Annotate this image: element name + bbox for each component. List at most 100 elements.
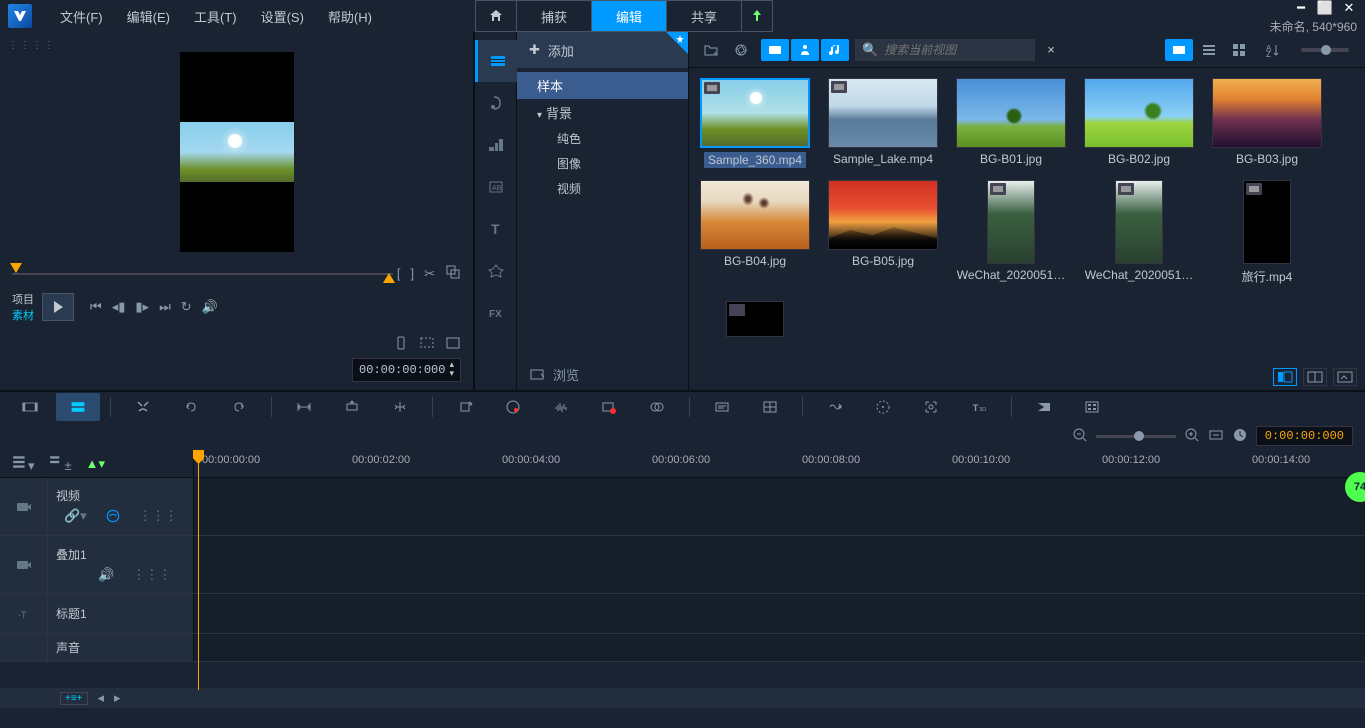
library-thumbnail[interactable] xyxy=(726,301,784,337)
library-item[interactable]: BG-B03.jpg xyxy=(1211,78,1323,168)
sort-icon[interactable]: AZ xyxy=(1259,39,1287,61)
tree-image[interactable]: 图像 xyxy=(517,151,688,176)
library-thumbnail[interactable] xyxy=(1084,78,1194,148)
overlay-icon[interactable] xyxy=(635,393,679,421)
step-back-icon[interactable]: ◂▮ xyxy=(112,299,126,315)
library-thumbnail[interactable] xyxy=(1115,180,1163,264)
filter-image-icon[interactable] xyxy=(791,39,819,61)
zoom-slider[interactable] xyxy=(1096,435,1176,438)
color-icon[interactable] xyxy=(491,393,535,421)
menu-help[interactable]: 帮助(H) xyxy=(316,1,384,32)
clear-search-icon[interactable]: × xyxy=(1047,42,1055,57)
library-thumbnail[interactable] xyxy=(828,180,938,250)
timecode-stepper-icon[interactable]: ▴▾ xyxy=(449,361,454,379)
panel-layout-2-icon[interactable] xyxy=(1303,368,1327,386)
project-mode-label[interactable]: 项目 xyxy=(12,291,34,307)
view-thumb-icon[interactable] xyxy=(1165,39,1193,61)
rotate-icon[interactable] xyxy=(443,393,487,421)
redo-icon[interactable] xyxy=(217,393,261,421)
chapter-icon[interactable] xyxy=(1022,393,1066,421)
motion-icon[interactable] xyxy=(813,393,857,421)
library-item[interactable] xyxy=(699,297,811,337)
clock-icon[interactable] xyxy=(1232,427,1248,446)
lib-graphic-icon[interactable] xyxy=(475,250,517,292)
mark-out-icon[interactable] xyxy=(383,273,395,283)
aperture-icon[interactable] xyxy=(727,39,755,61)
browse-button[interactable]: 浏览 xyxy=(517,358,591,390)
tab-home[interactable] xyxy=(475,0,516,32)
go-start-icon[interactable]: ⏮ xyxy=(90,299,102,315)
track-video-content[interactable] xyxy=(194,478,1365,535)
library-thumbnail[interactable] xyxy=(1243,180,1291,264)
library-item[interactable]: BG-B04.jpg xyxy=(699,180,811,285)
go-end-icon[interactable]: ⏭ xyxy=(159,299,171,315)
stabilize-icon[interactable] xyxy=(909,393,953,421)
device-icon[interactable] xyxy=(393,335,409,354)
track-video-icon[interactable] xyxy=(0,478,48,535)
library-search[interactable]: 🔍 × xyxy=(855,39,1035,61)
add-track-button[interactable]: +≡+ xyxy=(60,692,88,705)
filter-audio-icon[interactable] xyxy=(821,39,849,61)
library-thumbnail[interactable] xyxy=(700,180,810,250)
play-button[interactable] xyxy=(42,293,74,321)
insert-icon[interactable] xyxy=(330,393,374,421)
track-add-icon[interactable]: ± xyxy=(49,454,72,473)
timeline-timecode[interactable]: 0:00:00:000 xyxy=(1256,426,1353,446)
grid-snap-icon[interactable]: ⋮⋮⋮ xyxy=(132,567,171,583)
scroll-right-icon[interactable]: ▸ xyxy=(114,690,121,706)
storyboard-view-icon[interactable] xyxy=(8,393,52,421)
expand-icon[interactable] xyxy=(419,335,435,354)
zoom-out-icon[interactable] xyxy=(1072,427,1088,446)
lib-transition-icon[interactable] xyxy=(475,124,517,166)
lib-title-icon[interactable]: AB xyxy=(475,166,517,208)
library-thumbnail[interactable] xyxy=(828,78,938,148)
undo-icon[interactable] xyxy=(169,393,213,421)
copy-icon[interactable] xyxy=(445,264,461,283)
mute-icon[interactable]: 🔊 xyxy=(98,567,114,583)
preview-scrubber[interactable] xyxy=(12,267,393,281)
track-collapse-icon[interactable]: ▲▾ xyxy=(86,456,105,472)
library-thumbnail[interactable] xyxy=(1212,78,1322,148)
tree-video[interactable]: 视频 xyxy=(517,176,688,201)
library-item[interactable]: Sample_360.mp4 xyxy=(699,78,811,168)
library-item[interactable]: 旅行.mp4 xyxy=(1211,180,1323,285)
library-item[interactable]: BG-B02.jpg xyxy=(1083,78,1195,168)
lib-media-icon[interactable] xyxy=(475,40,517,82)
bracket-out-icon[interactable]: ] xyxy=(410,266,414,281)
preview-viewport[interactable] xyxy=(180,52,294,252)
fit-width-icon[interactable] xyxy=(282,393,326,421)
lib-fx-icon[interactable]: FX xyxy=(475,292,517,334)
library-item[interactable]: WeChat_2020051… xyxy=(955,180,1067,285)
zoom-in-icon[interactable] xyxy=(1184,427,1200,446)
audio-edit-icon[interactable] xyxy=(539,393,583,421)
tree-background[interactable]: 背景 xyxy=(517,99,688,126)
thumb-size-slider[interactable] xyxy=(1301,48,1349,52)
scroll-left-icon[interactable]: ◂ xyxy=(98,690,105,706)
volume-icon[interactable]: 🔊 xyxy=(202,299,218,315)
track-title-content[interactable] xyxy=(194,594,1365,633)
3d-title-icon[interactable]: T3D xyxy=(957,393,1001,421)
library-add-button[interactable]: ✚ 添加 xyxy=(517,32,688,68)
ripple-icon[interactable] xyxy=(105,508,121,527)
track-audio-icon[interactable] xyxy=(0,634,48,661)
library-item[interactable]: BG-B05.jpg xyxy=(827,180,939,285)
library-thumbnail[interactable] xyxy=(700,78,810,148)
track-overlay-content[interactable] xyxy=(194,536,1365,593)
view-grid-icon[interactable] xyxy=(1225,39,1253,61)
split-screen-icon[interactable] xyxy=(748,393,792,421)
tree-solid-color[interactable]: 纯色 xyxy=(517,126,688,151)
menu-settings[interactable]: 设置(S) xyxy=(249,1,316,32)
multicam-icon[interactable] xyxy=(1070,393,1114,421)
track-options-icon[interactable]: ▾ xyxy=(12,454,35,474)
track-overlay-icon[interactable] xyxy=(0,536,48,593)
library-item[interactable]: BG-B01.jpg xyxy=(955,78,1067,168)
menu-tools[interactable]: 工具(T) xyxy=(182,1,249,32)
tab-share[interactable]: 共享 xyxy=(666,0,741,32)
menu-file[interactable]: 文件(F) xyxy=(48,1,115,32)
library-thumbnail[interactable] xyxy=(956,78,1066,148)
lib-text-icon[interactable]: T xyxy=(475,208,517,250)
tab-capture[interactable]: 捕获 xyxy=(516,0,591,32)
pin-icon[interactable] xyxy=(666,32,688,54)
filter-video-icon[interactable] xyxy=(761,39,789,61)
panel-edit-icon[interactable] xyxy=(1333,368,1357,386)
